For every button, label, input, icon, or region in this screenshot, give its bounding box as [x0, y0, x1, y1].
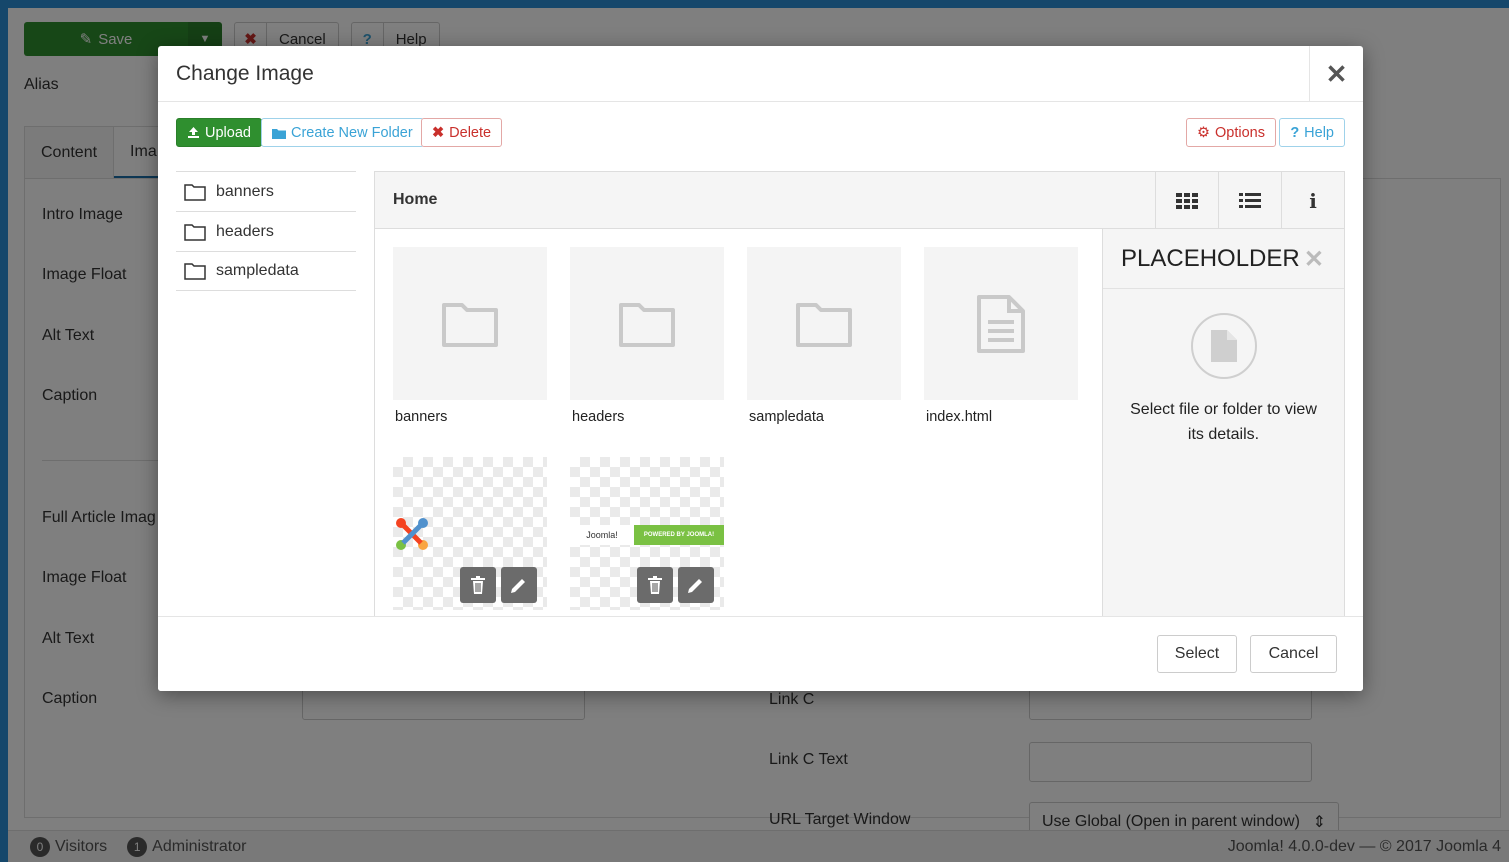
folder-outline-icon: [184, 183, 206, 201]
media-item-folder[interactable]: banners: [393, 247, 547, 425]
close-info-icon[interactable]: ✕: [1304, 245, 1324, 274]
media-item-folder[interactable]: sampledata: [747, 247, 901, 425]
close-button[interactable]: ✕: [1309, 46, 1363, 102]
joomla-logo-icon: [396, 518, 428, 550]
pencil-icon: [511, 579, 525, 593]
question-icon: ?: [1290, 124, 1300, 141]
powered-by-banner: Joomla! POWERED BY JOOMLA!: [570, 525, 724, 545]
cancel-button-modal[interactable]: Cancel: [1250, 635, 1337, 673]
media-item-name: index.html: [926, 409, 993, 425]
close-icon: ✖: [432, 124, 445, 141]
select-button[interactable]: Select: [1157, 635, 1237, 673]
media-toolbar: Upload Create New Folder ✖ Delete ⚙ Opti…: [176, 118, 1345, 148]
thumbnail: [747, 247, 901, 400]
media-item-name: headers: [572, 409, 625, 425]
folder-tree: banners headers sampledata: [176, 171, 356, 291]
create-folder-button[interactable]: Create New Folder: [261, 118, 424, 147]
info-toggle-button[interactable]: i: [1281, 172, 1344, 229]
close-icon: ✕: [1325, 58, 1348, 89]
info-panel-title: PLACEHOLDER: [1121, 244, 1300, 272]
image-thumbnail: Joomla! POWERED BY JOOMLA!: [570, 457, 724, 610]
modal-header: Change Image ✕: [158, 46, 1363, 102]
folder-outline-icon: [184, 223, 206, 241]
modal-title: Change Image: [176, 61, 314, 85]
powered-by-badge: POWERED BY JOOMLA!: [634, 525, 724, 545]
tree-item-label: banners: [216, 182, 274, 200]
options-label: Options: [1215, 124, 1265, 141]
delete-image-button[interactable]: [637, 567, 673, 603]
delete-button[interactable]: ✖ Delete: [421, 118, 503, 147]
pencil-icon: [688, 579, 702, 593]
media-item-name: banners: [395, 409, 448, 425]
media-item-folder[interactable]: headers: [570, 247, 724, 425]
file-text-icon: [977, 294, 1025, 353]
folder-outline-icon: [796, 302, 852, 347]
breadcrumb[interactable]: Home: [375, 191, 437, 209]
media-item-image[interactable]: [393, 457, 547, 610]
list-icon: [1239, 192, 1261, 208]
media-item-image[interactable]: Joomla! POWERED BY JOOMLA!: [570, 457, 724, 610]
tree-item-banners[interactable]: banners: [176, 171, 356, 211]
media-grid: banners headers sampledata index.html Jo…: [375, 229, 1102, 616]
thumbnail: [570, 247, 724, 400]
info-icon: i: [1309, 188, 1317, 213]
grid-view-button[interactable]: [1155, 172, 1218, 229]
folder-outline-icon: [619, 302, 675, 347]
media-browser: Home i banners headers sampledata index.…: [374, 171, 1345, 616]
tree-item-label: sampledata: [216, 262, 299, 279]
media-item-name: sampledata: [749, 409, 824, 425]
info-panel-text: Select file or folder to view its detail…: [1130, 401, 1317, 443]
media-item-file[interactable]: index.html: [924, 247, 1078, 425]
modal-footer: Select Cancel: [158, 616, 1363, 691]
upload-button[interactable]: Upload: [176, 118, 262, 147]
folder-outline-icon: [442, 302, 498, 347]
trash-icon: [648, 576, 662, 594]
upload-label: Upload: [205, 124, 251, 141]
gear-icon: ⚙: [1197, 124, 1211, 141]
tree-item-label: headers: [216, 222, 274, 240]
edit-image-button[interactable]: [678, 567, 714, 603]
info-panel: PLACEHOLDER ✕ Select file or folder to v…: [1102, 229, 1344, 616]
folder-icon: [272, 128, 286, 139]
help-button-modal[interactable]: ? Help: [1279, 118, 1345, 147]
change-image-modal: Change Image ✕ Upload Create New Folder …: [158, 46, 1363, 691]
file-icon: [1211, 330, 1237, 362]
grid-icon: [1176, 192, 1198, 209]
image-thumbnail: [393, 457, 547, 610]
create-folder-label: Create New Folder: [291, 124, 413, 141]
joomla-wordmark: Joomla!: [570, 525, 634, 545]
tree-item-sampledata[interactable]: sampledata: [176, 251, 356, 291]
list-view-button[interactable]: [1218, 172, 1281, 229]
options-button[interactable]: ⚙ Options: [1186, 118, 1276, 147]
file-placeholder-icon: [1191, 313, 1257, 379]
edit-image-button[interactable]: [501, 567, 537, 603]
info-panel-header: PLACEHOLDER ✕: [1103, 229, 1344, 289]
trash-icon: [471, 576, 485, 594]
help-label-modal: Help: [1304, 124, 1334, 141]
tree-item-headers[interactable]: headers: [176, 211, 356, 251]
upload-icon: [188, 127, 199, 138]
thumbnail: [924, 247, 1078, 400]
delete-label: Delete: [449, 124, 492, 141]
delete-image-button[interactable]: [460, 567, 496, 603]
thumbnail: [393, 247, 547, 400]
browser-header: Home i: [375, 172, 1344, 229]
folder-outline-icon: [184, 263, 206, 280]
